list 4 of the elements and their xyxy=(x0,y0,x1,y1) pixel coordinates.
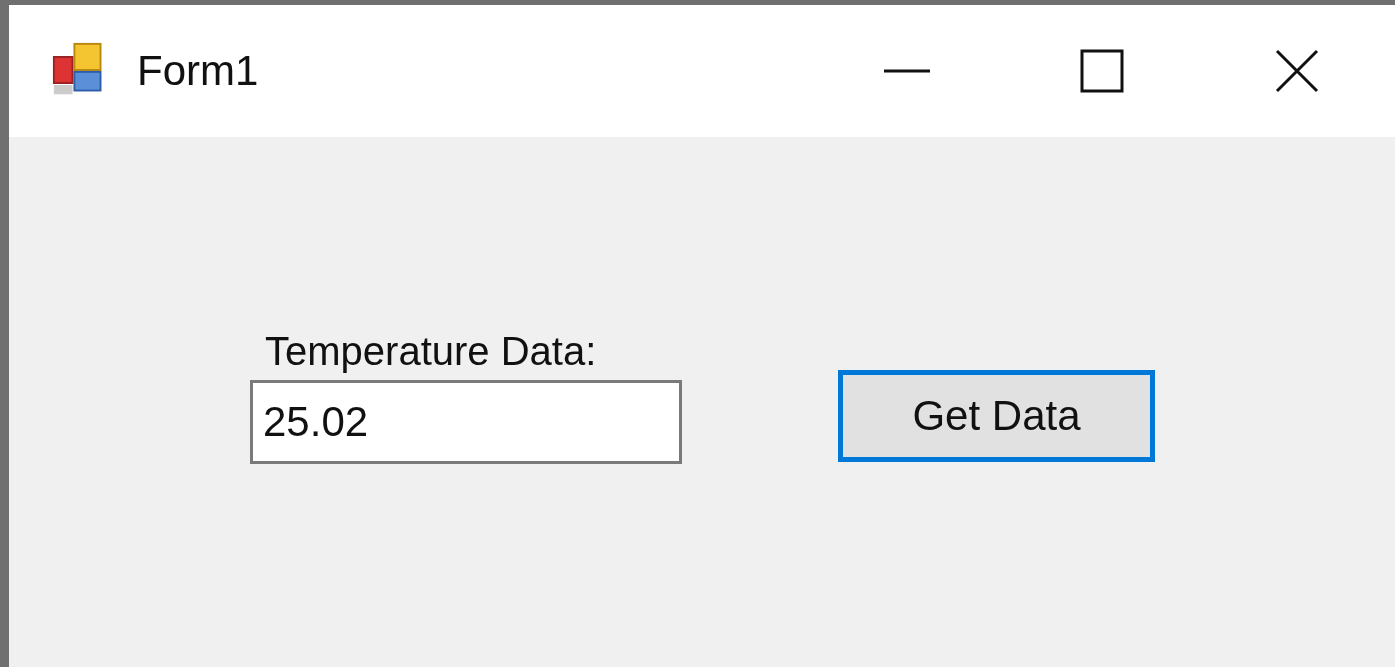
window-title: Form1 xyxy=(137,47,259,95)
field-label: Temperature Data: xyxy=(265,329,598,374)
temperature-field[interactable]: 25.02 xyxy=(250,380,682,464)
get-data-button[interactable]: Get Data xyxy=(838,370,1155,462)
